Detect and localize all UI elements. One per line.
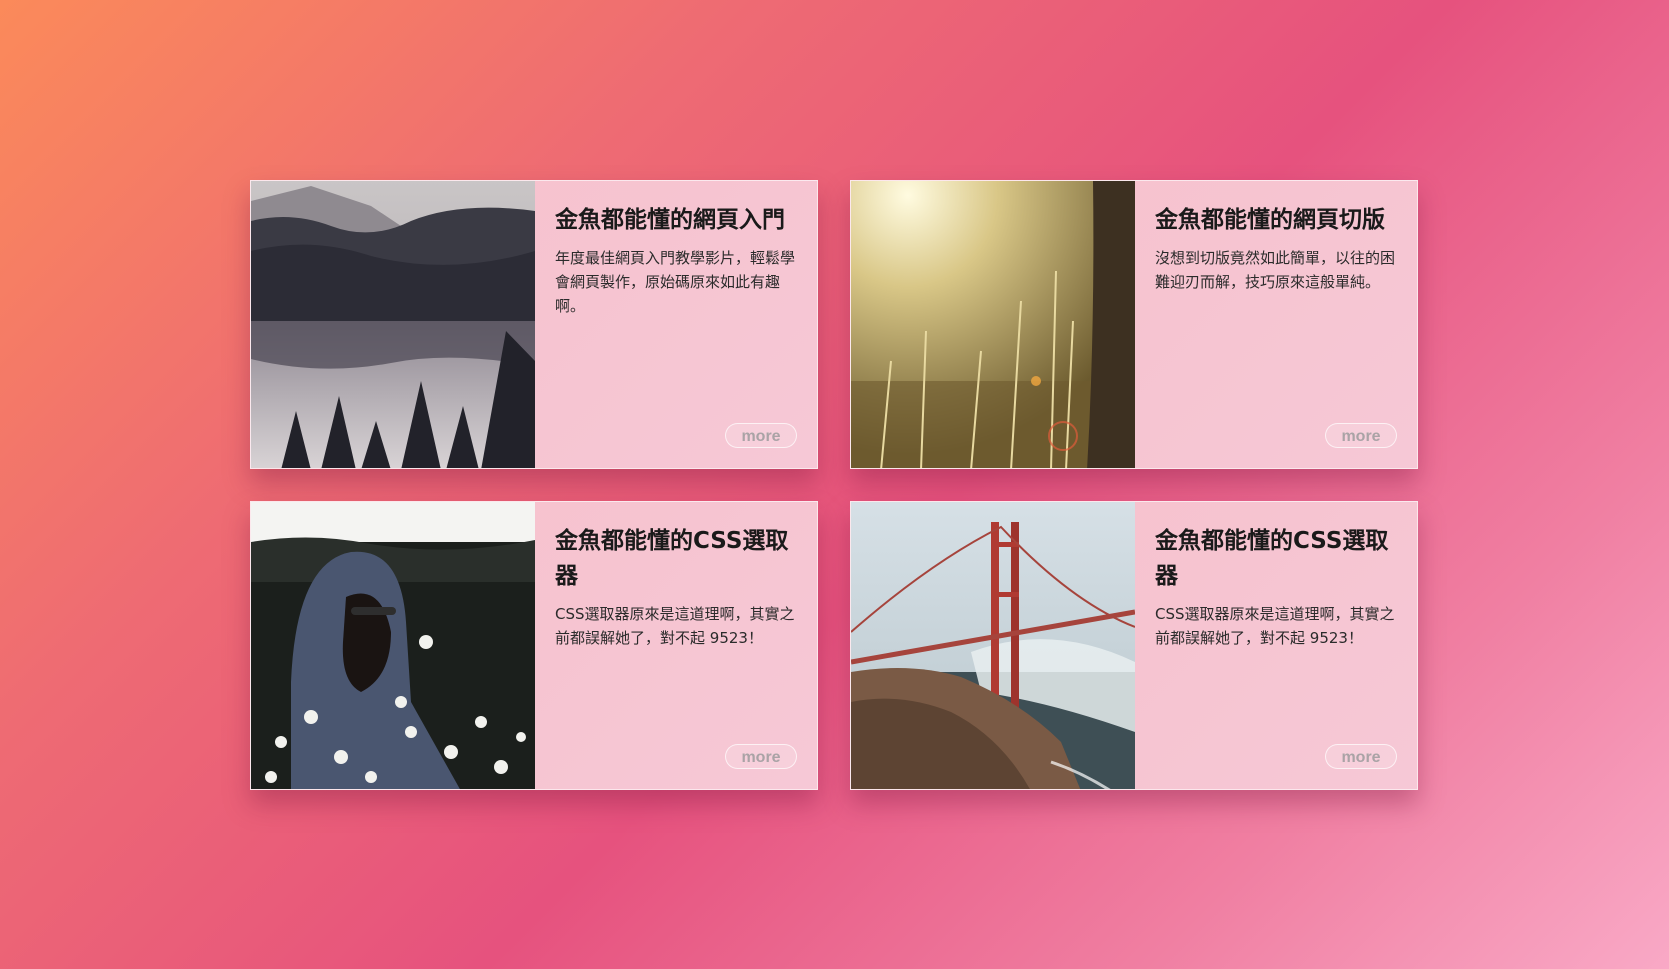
forest-lake-photo	[251, 181, 535, 468]
card-title: 金魚都能懂的網頁入門	[555, 207, 785, 233]
card-title: 金魚都能懂的CSS選取器	[1155, 528, 1389, 589]
card-description: 沒想到切版竟然如此簡單，以往的困難迎刃而解，技巧原來這般單純。	[1155, 249, 1396, 291]
golden-gate-bridge-photo	[851, 502, 1135, 789]
course-card-4[interactable]: 金魚都能懂的CSS選取器 CSS選取器原來是這道理啊，其實之前都誤解她了，對不起…	[850, 501, 1418, 790]
card-body: 金魚都能懂的網頁切版 沒想到切版竟然如此簡單，以往的困難迎刃而解，技巧原來這般單…	[1135, 181, 1417, 468]
card-title: 金魚都能懂的CSS選取器	[555, 528, 789, 589]
more-button[interactable]: more	[725, 744, 797, 769]
hooded-person-daisies-photo	[251, 502, 535, 789]
card-body: 金魚都能懂的CSS選取器 CSS選取器原來是這道理啊，其實之前都誤解她了，對不起…	[1135, 502, 1417, 789]
card-title: 金魚都能懂的網頁切版	[1155, 207, 1385, 233]
course-card-3[interactable]: 金魚都能懂的CSS選取器 CSS選取器原來是這道理啊，其實之前都誤解她了，對不起…	[250, 501, 818, 790]
card-description: CSS選取器原來是這道理啊，其實之前都誤解她了，對不起 9523！	[1155, 605, 1395, 647]
card-body: 金魚都能懂的網頁入門 年度最佳網頁入門教學影片，輕鬆學會網頁製作，原始碼原來如此…	[535, 181, 817, 468]
card-grid: 金魚都能懂的網頁入門 年度最佳網頁入門教學影片，輕鬆學會網頁製作，原始碼原來如此…	[250, 180, 1419, 790]
more-button[interactable]: more	[1325, 744, 1397, 769]
more-button[interactable]: more	[725, 423, 797, 448]
card-description: 年度最佳網頁入門教學影片，輕鬆學會網頁製作，原始碼原來如此有趣啊。	[555, 249, 796, 315]
sunlit-grass-photo	[851, 181, 1135, 468]
more-button[interactable]: more	[1325, 423, 1397, 448]
course-card-1[interactable]: 金魚都能懂的網頁入門 年度最佳網頁入門教學影片，輕鬆學會網頁製作，原始碼原來如此…	[250, 180, 818, 469]
card-description: CSS選取器原來是這道理啊，其實之前都誤解她了，對不起 9523！	[555, 605, 795, 647]
card-body: 金魚都能懂的CSS選取器 CSS選取器原來是這道理啊，其實之前都誤解她了，對不起…	[535, 502, 817, 789]
course-card-2[interactable]: 金魚都能懂的網頁切版 沒想到切版竟然如此簡單，以往的困難迎刃而解，技巧原來這般單…	[850, 180, 1418, 469]
